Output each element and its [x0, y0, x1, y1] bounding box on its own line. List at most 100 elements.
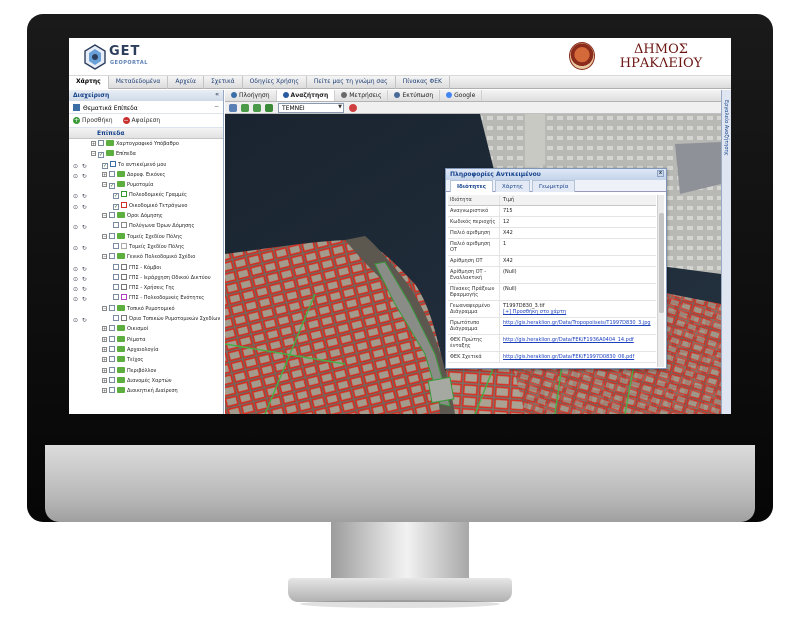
- add-layer-button[interactable]: + Προσθήκη: [73, 117, 113, 124]
- layer-checkbox[interactable]: [109, 170, 115, 177]
- popup-scrollbar[interactable]: [657, 195, 664, 367]
- expand-toggle-icon[interactable]: −: [102, 233, 107, 239]
- layer-tree-row[interactable]: ⊙ ↻ + Δορυφ. Εικόνες: [69, 170, 223, 180]
- layer-tree-row[interactable]: − Γενικό Πολεοδομικό Σχέδιο: [69, 252, 223, 262]
- menu-item-1[interactable]: Μεταδεδομένα: [109, 76, 169, 89]
- layer-checkbox[interactable]: [109, 304, 115, 311]
- layer-checkbox[interactable]: [113, 263, 119, 270]
- expand-toggle-icon[interactable]: +: [102, 346, 107, 352]
- layer-tree-row[interactable]: ⊙ ↻ ✓ Πολεοδομικές Γραμμές: [69, 190, 223, 200]
- layer-tree-row[interactable]: ⊙ ↻ ✓ Οικοδομικό Τετράγωνο: [69, 201, 223, 211]
- layer-tree-row[interactable]: + Χαρτογραφικό Υπόβαθρο: [69, 139, 223, 149]
- layer-checkbox[interactable]: ✓: [109, 183, 115, 190]
- layer-checkbox[interactable]: [109, 253, 115, 260]
- layer-tree-row[interactable]: ⊙ ↻ ΓΠΣ - Ιεράρχηση Οδικού Δικτύου: [69, 273, 223, 283]
- close-icon[interactable]: x: [657, 170, 664, 177]
- layer-tree-row[interactable]: + Ρέματα: [69, 335, 223, 345]
- zoom-in-icon[interactable]: [241, 104, 249, 112]
- expand-toggle-icon[interactable]: +: [91, 141, 96, 146]
- pan-icon[interactable]: [265, 104, 273, 112]
- add-to-map-link[interactable]: [+] Προσθήκη στο χάρτη: [503, 309, 653, 315]
- layer-checkbox[interactable]: [113, 273, 119, 280]
- layer-checkbox[interactable]: [113, 294, 119, 301]
- layer-checkbox[interactable]: ✓: [113, 203, 119, 210]
- layer-tree-row[interactable]: ⊙ ↻ Όρια Τοπικών Ρυμοτομικών Σχεδίων: [69, 314, 223, 324]
- layer-checkbox[interactable]: [109, 325, 115, 332]
- zoom-extent-icon[interactable]: [229, 104, 237, 112]
- layer-tree-row[interactable]: ⊙ ↻ ΓΠΣ - Πολεοδομικές Ενότητες: [69, 293, 223, 303]
- layer-tree-row[interactable]: ⊙ ↻ Τομείς Σχεδίου Πόλης: [69, 242, 223, 252]
- layer-tree-row[interactable]: + Διανομές Χαρτών: [69, 376, 223, 386]
- zoom-out-icon[interactable]: [253, 104, 261, 112]
- layer-tree-row[interactable]: − Όροι Δόμησης: [69, 211, 223, 221]
- layer-checkbox[interactable]: [109, 232, 115, 239]
- menu-item-4[interactable]: Οδηγίες Χρήσης: [243, 76, 307, 89]
- expand-toggle-icon[interactable]: +: [102, 367, 107, 373]
- layer-tree-row[interactable]: + Αρχαιολογία: [69, 345, 223, 355]
- menu-item-5[interactable]: Πείτε μας τη γνώμη σας: [307, 76, 396, 89]
- layer-checkbox[interactable]: ✓: [102, 162, 108, 169]
- expand-toggle-icon[interactable]: +: [102, 326, 107, 332]
- attribute-value[interactable]: http://gis.heraklion.gr/Data/FEK/F1936A0…: [500, 335, 656, 351]
- menu-item-3[interactable]: Σχετικά: [204, 76, 243, 89]
- popup-tab-2[interactable]: Γεωμετρία: [531, 180, 576, 192]
- expand-toggle-icon[interactable]: +: [102, 388, 107, 394]
- clear-selection-icon[interactable]: [349, 104, 357, 112]
- layer-checkbox[interactable]: [109, 345, 115, 352]
- attribute-value[interactable]: http://gis.heraklion.gr/Data/Tropopoiise…: [500, 318, 656, 334]
- toolbar-button-3[interactable]: Εκτύπωση: [388, 90, 441, 101]
- layer-tree-row[interactable]: − ✓ Επίπεδα: [69, 149, 223, 159]
- layer-tree-row[interactable]: + Περιβόλλον: [69, 366, 223, 376]
- minimize-icon[interactable]: −: [214, 103, 219, 110]
- layer-tree-row[interactable]: − Τοπικό Ρυμοτομικό: [69, 304, 223, 314]
- expand-toggle-icon[interactable]: −: [102, 182, 107, 188]
- layer-checkbox[interactable]: [98, 140, 104, 146]
- layer-tree-row[interactable]: + Διοικητική Διαίρεση: [69, 386, 223, 396]
- layer-checkbox[interactable]: ✓: [113, 193, 119, 200]
- toolbar-button-4[interactable]: Google: [440, 90, 483, 101]
- layer-tree-row[interactable]: − ✓ Ρυμοτομία: [69, 180, 223, 190]
- collapse-icon[interactable]: «: [215, 91, 219, 98]
- layer-checkbox[interactable]: [109, 376, 115, 383]
- layer-checkbox[interactable]: [113, 284, 119, 291]
- expand-toggle-icon[interactable]: +: [102, 357, 107, 363]
- expand-toggle-icon[interactable]: −: [102, 305, 107, 311]
- layer-tree-row[interactable]: ⊙ ↻ ΓΠΣ - Χρήσεις Γης: [69, 283, 223, 293]
- area-select[interactable]: ΤΕΜΝΕΙ ▼: [278, 103, 344, 113]
- layer-checkbox[interactable]: ✓: [98, 152, 104, 159]
- layer-tree-row[interactable]: + Τείχος: [69, 355, 223, 365]
- expand-toggle-icon[interactable]: +: [102, 171, 107, 177]
- menu-item-2[interactable]: Αρχεία: [168, 76, 204, 89]
- layer-tree-row[interactable]: + Οικισμοί: [69, 324, 223, 334]
- expand-toggle-icon[interactable]: −: [102, 254, 107, 260]
- remove-layer-button[interactable]: − Αφαίρεση: [122, 117, 160, 124]
- attribute-row: ΦΕΚ Σχετικά http://gis.heraklion.gr/Data/…: [448, 352, 656, 363]
- layer-checkbox[interactable]: [109, 212, 115, 219]
- layer-tree-row[interactable]: ⊙ ↻ ΓΠΣ - Κόμβοι: [69, 263, 223, 273]
- layer-tree-row[interactable]: ⊙ ↻ ✓ Το αντικείμενό μου: [69, 160, 223, 170]
- toolbar-button-1[interactable]: Αναζήτηση: [276, 90, 336, 101]
- layer-node: − ✓ Ρυμοτομία: [102, 180, 153, 190]
- toolbar-button-2[interactable]: Μετρήσεις: [335, 90, 389, 101]
- menu-item-6[interactable]: Πίνακας ΦΕΚ: [396, 76, 450, 89]
- toolbar-button-0[interactable]: Πλοήγηση: [225, 90, 277, 101]
- popup-tab-1[interactable]: Χάρτης: [495, 180, 530, 192]
- attribute-value[interactable]: http://gis.heraklion.gr/Data/FEK/F1997D0…: [500, 352, 656, 362]
- layer-tree-row[interactable]: ⊙ ↻ Πολύγωνα Όρων Δόμησης: [69, 221, 223, 231]
- expand-toggle-icon[interactable]: −: [102, 213, 107, 219]
- layer-checkbox[interactable]: [109, 387, 115, 394]
- search-tools-strip[interactable]: Εργαλεία Αναζήτησης: [721, 90, 731, 414]
- layer-checkbox[interactable]: [109, 356, 115, 363]
- layer-checkbox[interactable]: [109, 366, 115, 373]
- expand-toggle-icon[interactable]: +: [102, 336, 107, 342]
- layer-checkbox[interactable]: [113, 242, 119, 249]
- expand-toggle-icon[interactable]: +: [102, 377, 107, 383]
- layer-checkbox[interactable]: [113, 315, 119, 322]
- expand-toggle-icon[interactable]: −: [91, 151, 96, 157]
- layer-checkbox[interactable]: [113, 222, 119, 229]
- popup-tab-0[interactable]: Ιδιότητες: [450, 180, 494, 192]
- layer-tree-row[interactable]: − Τομείς Σχεδίου Πόλης: [69, 232, 223, 242]
- layer-checkbox[interactable]: [109, 335, 115, 342]
- menu-item-0[interactable]: Χάρτης: [69, 76, 109, 89]
- scroll-thumb[interactable]: [659, 213, 664, 313]
